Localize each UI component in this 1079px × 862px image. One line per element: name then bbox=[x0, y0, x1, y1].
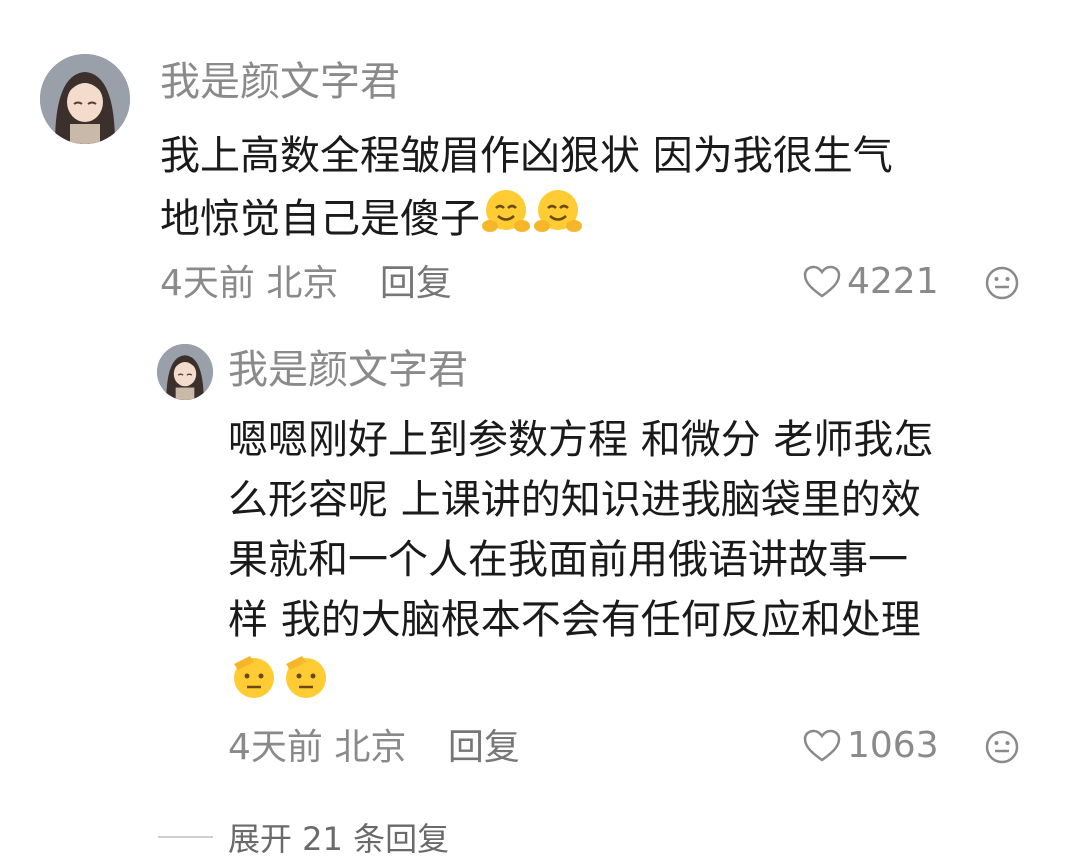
comment-location: 北京 bbox=[266, 263, 339, 304]
reply-text-line: 样 我的大脑根本不会有任何反应和处理 bbox=[228, 597, 921, 643]
emoji-reaction-icon[interactable] bbox=[984, 265, 1020, 301]
reply-meta: 4天前 北京 回复 bbox=[228, 726, 520, 770]
comment-text: 我上高数全程皱眉作凶狠状 因为我很生气 地惊觉自己是傻子 bbox=[160, 126, 1020, 255]
hugging-face-emoji bbox=[532, 186, 584, 255]
comment-username[interactable]: 我是颜文字君 bbox=[160, 58, 400, 106]
reply-text: 嗯嗯刚好上到参数方程 和微分 老师我怎 么形容呢 上课讲的知识进我脑袋里的效 果… bbox=[228, 410, 1048, 719]
reply-button[interactable]: 回复 bbox=[380, 263, 452, 304]
reply-username[interactable]: 我是颜文字君 bbox=[228, 346, 468, 394]
comment-time: 4天前 bbox=[160, 263, 255, 304]
like-button[interactable]: 4221 bbox=[803, 260, 939, 304]
reply-like-button[interactable]: 1063 bbox=[803, 724, 939, 768]
heart-icon bbox=[803, 729, 841, 762]
reply-time: 4天前 bbox=[228, 727, 323, 768]
reply-location: 北京 bbox=[334, 727, 407, 768]
comment-text-line: 地惊觉自己是傻子 bbox=[160, 186, 1020, 255]
saluting-face-emoji bbox=[280, 650, 332, 719]
reply-like-count: 1063 bbox=[847, 725, 939, 766]
reply-emoji-line bbox=[228, 650, 1048, 719]
expand-replies-button[interactable]: 展开 21 条回复 bbox=[158, 814, 449, 860]
emoji-reaction-icon[interactable] bbox=[984, 729, 1020, 765]
reply-text-line: 果就和一个人在我面前用俄语讲故事一 bbox=[228, 537, 908, 583]
heart-icon bbox=[803, 265, 841, 298]
reply-reply-button[interactable]: 回复 bbox=[448, 727, 520, 768]
comment-text-line: 我上高数全程皱眉作凶狠状 因为我很生气 bbox=[160, 133, 893, 179]
like-count: 4221 bbox=[847, 261, 939, 302]
reply-avatar[interactable] bbox=[157, 344, 213, 400]
reply-text-line: 么形容呢 上课讲的知识进我脑袋里的效 bbox=[228, 477, 921, 523]
reply-text-line: 嗯嗯刚好上到参数方程 和微分 老师我怎 bbox=[228, 417, 934, 463]
expand-divider bbox=[158, 836, 213, 838]
avatar-image bbox=[157, 344, 213, 400]
comment-meta: 4天前 北京 回复 bbox=[160, 262, 452, 306]
saluting-face-emoji bbox=[228, 650, 280, 719]
hugging-face-emoji bbox=[480, 186, 532, 255]
expand-replies-label: 展开 21 条回复 bbox=[228, 820, 450, 858]
avatar-image bbox=[40, 54, 130, 144]
avatar[interactable] bbox=[40, 54, 130, 144]
